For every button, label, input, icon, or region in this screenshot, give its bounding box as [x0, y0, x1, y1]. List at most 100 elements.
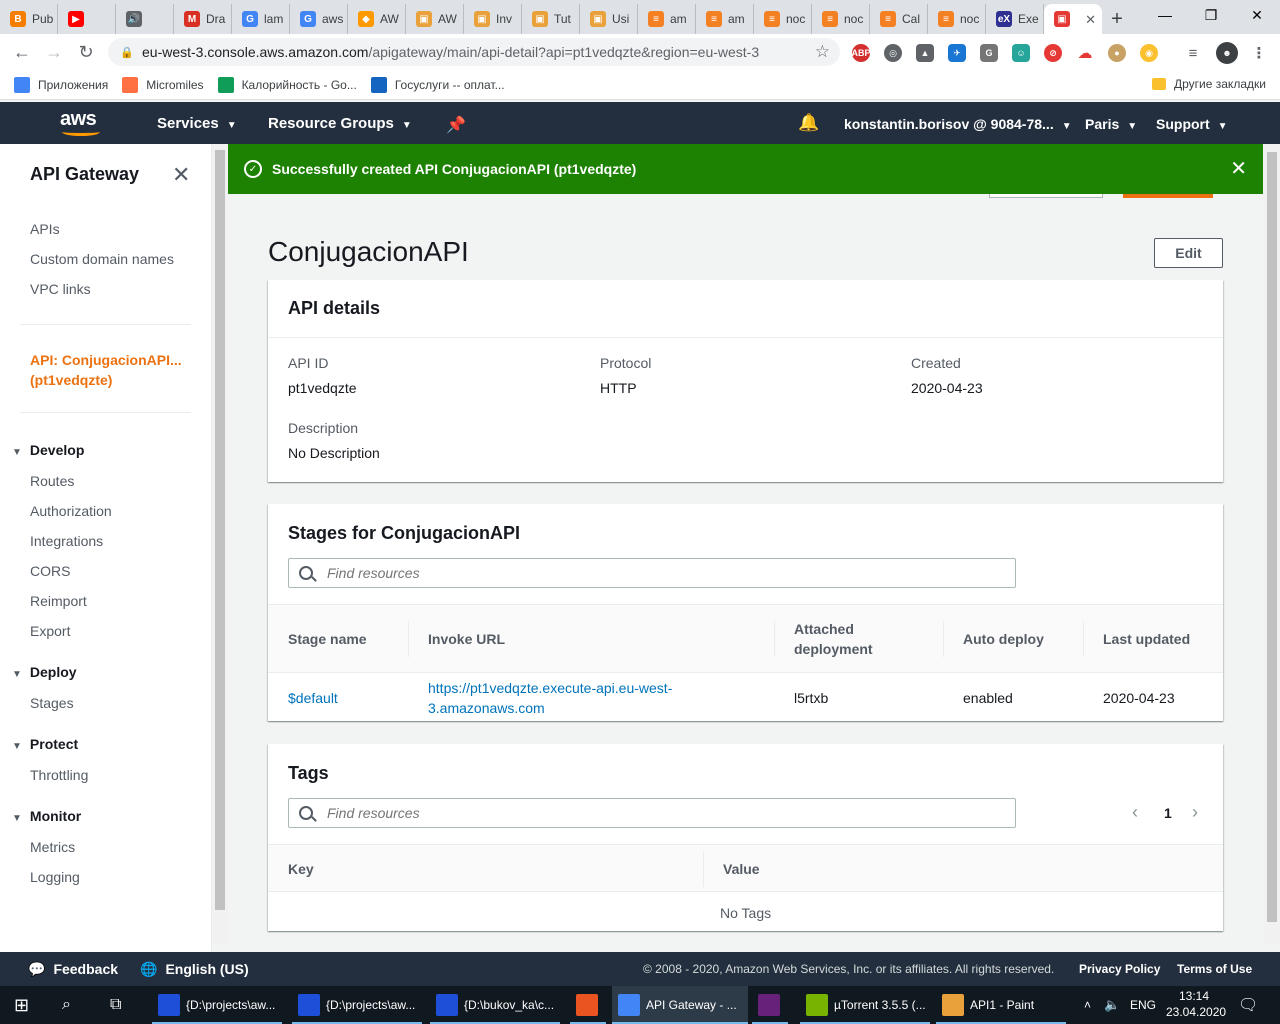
browser-tab[interactable]: ≡ noc: [812, 4, 870, 34]
browser-tab[interactable]: ≡ noc: [928, 4, 986, 34]
address-bar[interactable]: 🔒 eu-west-3.console.aws.amazon.com/apiga…: [108, 38, 840, 66]
scrollbar-thumb[interactable]: [215, 150, 225, 910]
stages-search[interactable]: [288, 558, 1016, 588]
bookmark-star-icon[interactable]: ☆: [815, 42, 830, 62]
taskbar-app[interactable]: {D:\projects\aw...: [292, 986, 422, 1024]
terms-of-use-link[interactable]: Terms of Use: [1177, 962, 1252, 976]
sidebar-item-throttling[interactable]: Throttling: [30, 767, 88, 783]
col-attached-deployment[interactable]: Attached deployment: [794, 619, 874, 659]
drive-icon[interactable]: ▲: [916, 44, 934, 62]
browser-menu-icon[interactable]: ⋮: [1250, 44, 1268, 62]
sidebar-item-integrations[interactable]: Integrations: [30, 533, 103, 549]
sidebar-item-authorization[interactable]: Authorization: [30, 503, 112, 519]
pin-icon[interactable]: 📌: [446, 115, 466, 135]
support-menu[interactable]: Support ▼: [1156, 116, 1228, 132]
sidebar-item-logging[interactable]: Logging: [30, 869, 80, 885]
new-tab-button[interactable]: +: [1102, 4, 1132, 34]
extension-red-icon[interactable]: ⊘: [1044, 44, 1062, 62]
browser-tab-active[interactable]: ▣ ✕: [1044, 4, 1102, 34]
browser-tab[interactable]: eX Exe: [986, 4, 1044, 34]
col-last-updated[interactable]: Last updated: [1103, 629, 1190, 649]
sidebar-item-cors[interactable]: CORS: [30, 563, 70, 579]
sidebar-item-apis[interactable]: APIs: [30, 221, 60, 237]
reload-icon[interactable]: ↻: [70, 36, 102, 68]
resource-groups-menu[interactable]: Resource Groups ▼: [268, 115, 412, 132]
browser-tab[interactable]: ◆ AW: [348, 4, 406, 34]
browser-tab[interactable]: ▣ AW: [406, 4, 464, 34]
account-menu[interactable]: konstantin.borisov @ 9084-78... ▼: [844, 116, 1072, 132]
sidebar-item-reimport[interactable]: Reimport: [30, 593, 87, 609]
sidebar-scrollbar[interactable]: [212, 144, 228, 944]
col-key[interactable]: Key: [288, 859, 314, 879]
sidebar-item-routes[interactable]: Routes: [30, 473, 74, 489]
browser-tab[interactable]: 🔊: [116, 4, 174, 34]
col-value[interactable]: Value: [723, 859, 760, 879]
notifications-icon[interactable]: 🗨: [1238, 986, 1258, 1024]
browser-tab[interactable]: ≡ am: [696, 4, 754, 34]
main-scrollbar[interactable]: [1264, 144, 1280, 944]
edit-button[interactable]: Edit: [1154, 238, 1223, 268]
taskbar-app[interactable]: {D:\projects\aw...: [152, 986, 282, 1024]
extension-yellow-icon[interactable]: ◉: [1140, 44, 1158, 62]
browser-tab[interactable]: ≡ am: [638, 4, 696, 34]
browser-tab[interactable]: B Pub: [0, 4, 58, 34]
col-invoke-url[interactable]: Invoke URL: [428, 629, 505, 649]
browser-tab[interactable]: Glam: [232, 4, 290, 34]
adblock-icon[interactable]: ABP: [852, 44, 871, 62]
browser-tab[interactable]: Gaws: [290, 4, 348, 34]
browser-tab[interactable]: ▣ Tut: [522, 4, 580, 34]
tab-close-icon[interactable]: ✕: [1085, 12, 1096, 28]
sidebar-item-metrics[interactable]: Metrics: [30, 839, 75, 855]
taskbar-app[interactable]: API1 - Paint: [936, 986, 1066, 1024]
bookmark-item[interactable]: Калорийность - Go...: [217, 76, 357, 93]
extension-g-icon[interactable]: G: [980, 44, 998, 62]
window-close-icon[interactable]: ✕: [1234, 0, 1280, 30]
scrollbar-thumb[interactable]: [1267, 152, 1277, 922]
sidebar-group-develop[interactable]: ▼ Develop: [12, 442, 84, 458]
cloud-icon[interactable]: ☁: [1076, 44, 1094, 62]
media-queue-icon[interactable]: ≡: [1184, 44, 1202, 62]
forward-icon[interactable]: →: [38, 36, 70, 68]
language-selector[interactable]: 🌐 English (US): [140, 961, 249, 978]
browser-tab[interactable]: ≡ Cal: [870, 4, 928, 34]
taskbar-app[interactable]: {D:\bukov_ka\c...: [430, 986, 560, 1024]
chevron-right-icon[interactable]: ›: [1192, 802, 1198, 823]
page-number[interactable]: 1: [1164, 805, 1172, 821]
col-auto-deploy[interactable]: Auto deploy: [963, 629, 1044, 649]
sidebar-group-protect[interactable]: ▼ Protect: [12, 736, 78, 752]
other-bookmarks[interactable]: Другие закладки: [1152, 77, 1266, 91]
cookie-icon[interactable]: ●: [1108, 44, 1126, 62]
close-icon[interactable]: ✕: [1230, 156, 1247, 181]
bookmark-item[interactable]: Micromiles: [122, 76, 204, 93]
browser-tab[interactable]: ▣ Usi: [580, 4, 638, 34]
close-icon[interactable]: ✕: [172, 162, 190, 188]
sidebar-group-monitor[interactable]: ▼ Monitor: [12, 808, 81, 824]
profile-avatar[interactable]: ☻: [1216, 42, 1238, 64]
services-menu[interactable]: Services ▼: [157, 115, 237, 132]
sidebar-item-active-api[interactable]: API: ConjugacionAPI... (pt1vedqzte): [30, 350, 190, 390]
browser-tab[interactable]: ≡ noc: [754, 4, 812, 34]
windows-start-icon[interactable]: ⊞: [14, 986, 29, 1024]
tray-chevron-up-icon[interactable]: ˄: [1084, 986, 1091, 1024]
sidebar-item-custom-domain-names[interactable]: Custom domain names: [30, 251, 174, 267]
maximize-icon[interactable]: ❐: [1188, 0, 1234, 30]
task-view-icon[interactable]: ⧉: [110, 986, 121, 1024]
language-indicator[interactable]: ENG: [1130, 986, 1156, 1024]
browser-tab[interactable]: ▶: [58, 4, 116, 34]
browser-tab[interactable]: ▣ Inv: [464, 4, 522, 34]
bookmark-item[interactable]: Приложения: [14, 76, 108, 93]
sidebar-item-export[interactable]: Export: [30, 623, 70, 639]
invoke-url-link[interactable]: https://pt1vedqzte.execute-api.eu-west- …: [428, 678, 718, 718]
taskbar-app[interactable]: API Gateway - ...: [612, 986, 748, 1024]
extension-reel-icon[interactable]: ◎: [884, 44, 902, 62]
sidebar-group-deploy[interactable]: ▼ Deploy: [12, 664, 77, 680]
sidebar-item-stages[interactable]: Stages: [30, 695, 74, 711]
stage-name-link[interactable]: $default: [288, 688, 338, 708]
minimize-icon[interactable]: —: [1142, 0, 1188, 30]
browser-tab[interactable]: M Dra: [174, 4, 232, 34]
tags-search-input[interactable]: [327, 805, 927, 821]
taskbar-app[interactable]: [752, 986, 788, 1024]
speaker-icon[interactable]: 🔈: [1104, 986, 1120, 1024]
chevron-left-icon[interactable]: ‹: [1132, 802, 1138, 823]
back-icon[interactable]: ←: [6, 36, 38, 68]
